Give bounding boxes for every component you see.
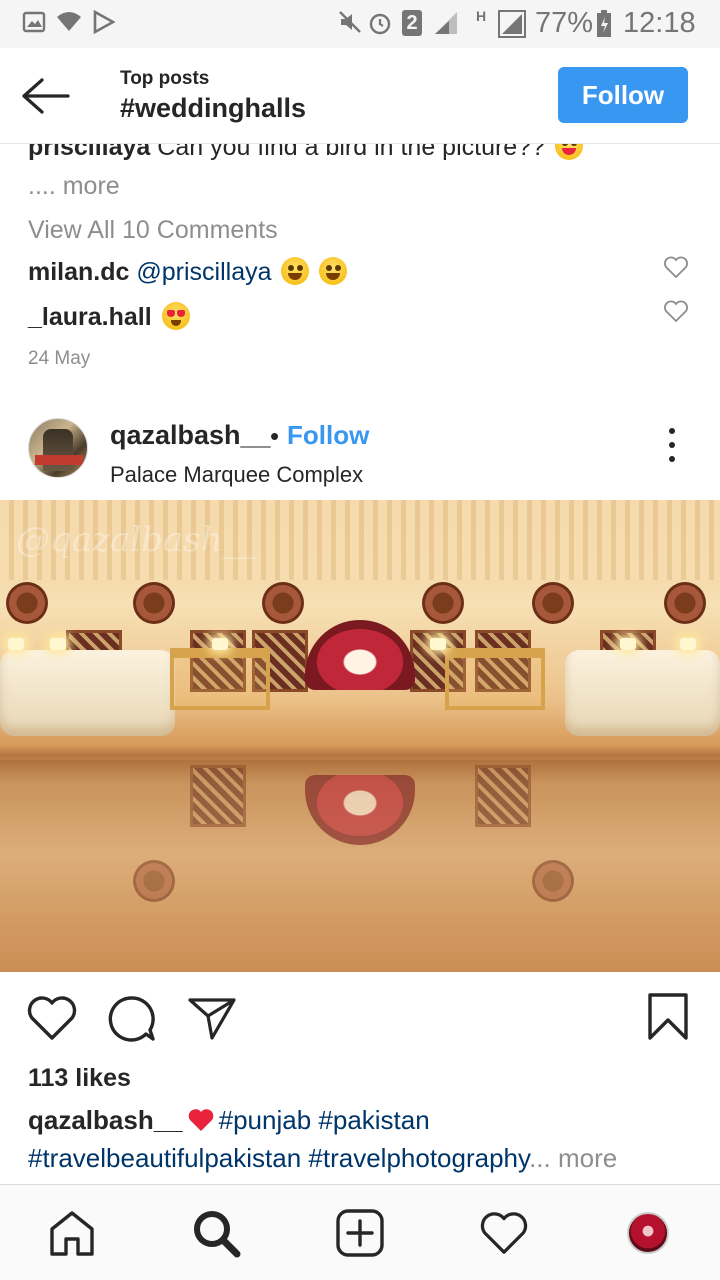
gallery-icon — [22, 11, 46, 33]
separator-dot: • — [270, 421, 280, 451]
comment-mention[interactable]: @priscillaya — [136, 258, 271, 286]
nav-activity[interactable] — [476, 1205, 532, 1261]
post-username[interactable]: qazalbash__ — [110, 420, 271, 451]
post-caption-continued: #travelbeautifulpakistan #travelphotogra… — [28, 1143, 617, 1174]
post-image[interactable]: @qazalbash__ — [0, 500, 720, 972]
caption-hashtags[interactable]: #travelbeautifulpakistan #travelphotogra… — [28, 1143, 529, 1173]
image-decor — [620, 638, 636, 650]
app-header: Top posts #weddinghalls Follow — [0, 48, 720, 144]
header-subtitle: Top posts — [120, 68, 210, 89]
image-decor — [0, 650, 175, 736]
signal-icon-2 — [498, 10, 526, 38]
previous-more-link[interactable]: .... more — [28, 172, 120, 201]
caption-more-link[interactable]: ... more — [529, 1143, 617, 1173]
caption-username[interactable]: qazalbash__ — [28, 1105, 183, 1135]
view-all-comments-link[interactable]: View All 10 Comments — [28, 216, 278, 245]
comment-user[interactable]: _laura.hall — [28, 303, 152, 331]
signal-icon-1 — [435, 12, 457, 34]
image-decor — [133, 860, 175, 902]
network-type: H — [476, 8, 487, 24]
heart-outline-icon — [480, 1212, 528, 1254]
comment-user[interactable]: milan.dc — [28, 258, 129, 286]
nav-search[interactable] — [188, 1205, 244, 1261]
mute-icon — [339, 11, 361, 33]
image-decor — [212, 638, 228, 650]
grinning-sweat-emoji-icon — [319, 257, 348, 285]
paper-plane-icon[interactable] — [186, 994, 238, 1042]
image-decor — [532, 860, 574, 902]
bottom-nav — [0, 1184, 720, 1280]
comment-like-icon[interactable] — [663, 299, 689, 323]
image-decor — [8, 638, 24, 650]
heart-outline-icon[interactable] — [26, 994, 78, 1042]
comment-like-icon[interactable] — [663, 255, 689, 279]
battery-percent: 77% — [535, 7, 594, 39]
back-button[interactable] — [18, 72, 78, 120]
avatar[interactable] — [28, 418, 88, 478]
comment-row: _laura.hall — [28, 302, 190, 332]
battery-icon — [597, 10, 611, 37]
nav-profile[interactable] — [620, 1205, 676, 1261]
image-decor — [170, 648, 270, 710]
image-watermark: @qazalbash__ — [16, 520, 257, 560]
bookmark-icon[interactable] — [646, 992, 690, 1042]
image-decor — [305, 620, 415, 690]
post-follow-button[interactable]: Follow — [287, 420, 369, 451]
follow-hashtag-button[interactable]: Follow — [558, 67, 688, 123]
image-decor — [6, 582, 48, 624]
home-icon — [50, 1211, 94, 1256]
image-decor — [565, 650, 720, 736]
likes-count[interactable]: 113 likes — [28, 1064, 131, 1093]
caption-hashtags[interactable]: #punjab #pakistan — [219, 1105, 430, 1135]
status-bar: 2 H 77% 12:18 — [0, 0, 720, 48]
image-decor — [422, 582, 464, 624]
image-decor — [190, 765, 246, 827]
image-decor — [532, 582, 574, 624]
nav-add-post[interactable] — [332, 1205, 388, 1261]
profile-avatar-icon — [627, 1212, 669, 1254]
sim-badge: 2 — [402, 10, 422, 36]
wifi-icon — [57, 12, 81, 31]
grinning-sweat-emoji-icon — [281, 257, 310, 285]
image-decor — [262, 582, 304, 624]
post-caption: qazalbash__ #punjab #pakistan — [28, 1105, 430, 1136]
comment-bubble-icon[interactable] — [106, 994, 158, 1044]
nav-home[interactable] — [44, 1205, 100, 1261]
header-title: #weddinghalls — [120, 93, 307, 123]
image-decor — [430, 638, 446, 650]
image-decor — [445, 648, 545, 710]
add-post-icon — [336, 1209, 384, 1257]
heart-eyes-emoji-icon — [161, 302, 190, 330]
more-vertical-icon[interactable] — [660, 428, 684, 468]
red-heart-emoji-icon — [188, 1109, 213, 1131]
post-location[interactable]: Palace Marquee Complex — [110, 462, 363, 488]
image-decor — [680, 638, 696, 650]
image-decor — [50, 638, 66, 650]
comment-row: milan.dc @priscillaya — [28, 257, 348, 287]
clock: 12:18 — [623, 7, 696, 39]
alarm-icon — [369, 13, 391, 35]
image-decor — [133, 582, 175, 624]
image-decor — [664, 582, 706, 624]
image-decor — [475, 765, 531, 827]
search-icon — [194, 1211, 241, 1258]
previous-post-date: 24 May — [28, 348, 91, 369]
arrow-left-icon — [22, 78, 70, 114]
play-store-icon — [93, 10, 115, 34]
